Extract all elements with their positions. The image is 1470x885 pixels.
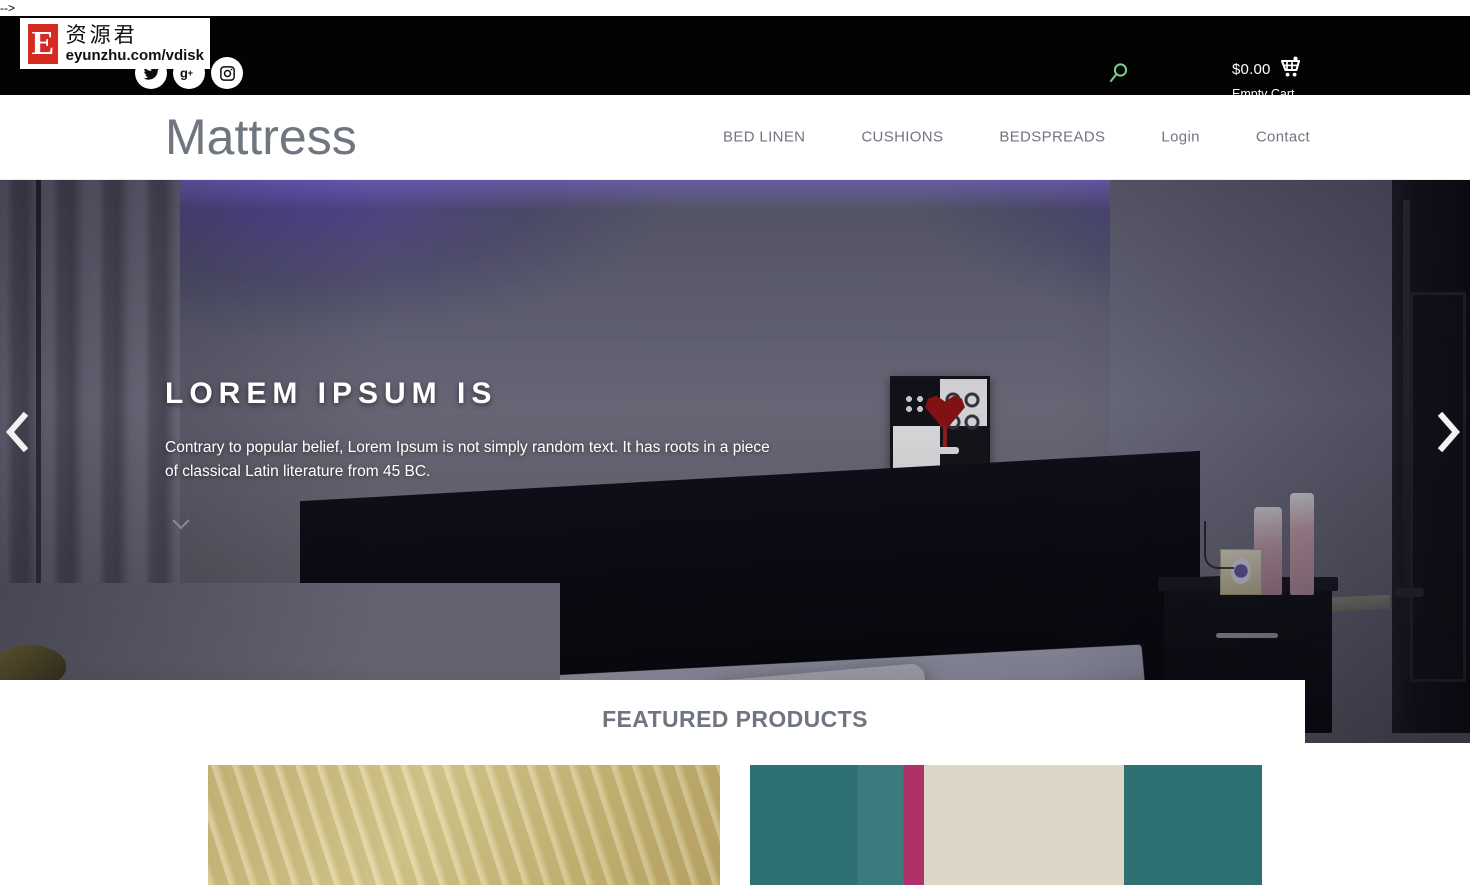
top-utility-bar: g + $0.00 Empty Cart bbox=[0, 16, 1470, 101]
nav-item-login[interactable]: Login bbox=[1161, 129, 1199, 146]
cart-summary: $0.00 bbox=[1232, 56, 1322, 83]
page-background-strip bbox=[0, 680, 165, 780]
product-card-linen[interactable] bbox=[208, 765, 720, 885]
hero-title: LOREM IPSUM IS bbox=[165, 377, 498, 410]
cart-amount: $0.00 bbox=[1232, 60, 1271, 78]
watermark-chinese-text: 资源君 bbox=[65, 22, 138, 47]
product-card-bedspread[interactable] bbox=[750, 765, 1262, 885]
nav-item-cushions[interactable]: CUSHIONS bbox=[861, 129, 943, 146]
product-grid bbox=[208, 765, 1262, 885]
hero-caption: LOREM IPSUM IS Contrary to popular belie… bbox=[165, 376, 785, 540]
cart-status: Empty Cart bbox=[1232, 87, 1295, 101]
search-icon[interactable] bbox=[1106, 60, 1132, 86]
brand-logo[interactable]: Mattress bbox=[165, 112, 357, 162]
main-navigation: BED LINEN CUSHIONS BEDSPREADS Login Cont… bbox=[723, 129, 1310, 146]
featured-products-title: FEATURED PRODUCTS bbox=[602, 706, 868, 732]
product-image-bedspread bbox=[750, 765, 1262, 885]
hero-cta-button[interactable] bbox=[165, 510, 195, 540]
watermark-url: eyunzhu.com/vdisk bbox=[65, 46, 204, 64]
nav-item-bed-linen[interactable]: BED LINEN bbox=[723, 129, 805, 146]
featured-products-section: FEATURED PRODUCTS bbox=[165, 680, 1305, 885]
hero-slider: LOREM IPSUM IS Contrary to popular belie… bbox=[0, 180, 1470, 743]
watermark-overlay: E 资源君 eyunzhu.com/vdisk bbox=[20, 18, 210, 69]
nav-item-contact[interactable]: Contact bbox=[1256, 129, 1310, 146]
watermark-logo-icon: E bbox=[26, 21, 60, 66]
watermark-letter: E bbox=[31, 24, 55, 62]
shopping-cart-icon bbox=[1279, 56, 1303, 83]
hero-subtitle: Contrary to popular belief, Lorem Ipsum … bbox=[165, 439, 770, 480]
product-image-linen bbox=[208, 765, 720, 885]
nav-item-bedspreads[interactable]: BEDSPREADS bbox=[999, 129, 1105, 146]
hero-next-arrow[interactable] bbox=[1432, 410, 1466, 454]
instagram-icon[interactable] bbox=[211, 57, 243, 89]
site-header: Mattress BED LINEN CUSHIONS BEDSPREADS L… bbox=[0, 95, 1470, 180]
stray-comment-artifact: --> bbox=[0, 1, 15, 15]
cart-widget[interactable]: $0.00 Empty Cart bbox=[1232, 56, 1322, 103]
hero-prev-arrow[interactable] bbox=[0, 410, 34, 454]
svg-text:+: + bbox=[187, 68, 193, 79]
